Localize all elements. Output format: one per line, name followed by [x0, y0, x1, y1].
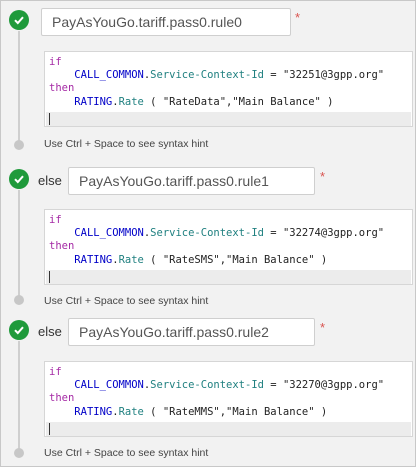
checkmark-circle-icon: [9, 10, 29, 30]
rule-connector-line: [18, 341, 20, 449]
code-keyword-then: then: [49, 392, 75, 404]
text-caret: [49, 423, 50, 435]
code-object: CALL_COMMON: [74, 69, 144, 81]
code-object: RATING: [74, 406, 113, 418]
rule-chain-panel: * if CALL_COMMON.Service-Context-Id = "3…: [0, 0, 416, 467]
rule-name-input[interactable]: [41, 8, 291, 36]
code-keyword-if: if: [49, 56, 62, 68]
checkmark-circle-icon: [9, 320, 29, 340]
code-object: RATING: [74, 96, 113, 108]
active-line: [46, 422, 411, 436]
code-property: Rate: [118, 254, 144, 266]
rule-connector-end: [14, 295, 24, 305]
code-object: RATING: [74, 254, 113, 266]
checkmark-circle-icon: [9, 169, 29, 189]
else-label: else: [38, 324, 62, 339]
code-string: "32251@3gpp.org": [282, 69, 385, 81]
code-string: "32274@3gpp.org": [282, 227, 385, 239]
rule-connector-end: [14, 448, 24, 458]
syntax-hint: Use Ctrl + Space to see syntax hint: [44, 447, 209, 459]
code-args: ( "RateSMS","Main Balance" ): [143, 254, 328, 266]
text-caret: [49, 113, 50, 125]
code-property: Service-Context-Id: [150, 227, 264, 239]
text-caret: [49, 271, 50, 283]
required-marker: *: [320, 320, 326, 335]
rule-code-editor[interactable]: if CALL_COMMON.Service-Context-Id = "322…: [44, 209, 413, 285]
code-args: ( "RateData","Main Balance" ): [143, 96, 334, 108]
code-property: Rate: [118, 406, 144, 418]
code-keyword-then: then: [49, 82, 75, 94]
active-line: [46, 112, 411, 126]
rule-connector-line: [18, 31, 20, 141]
code-string: "32270@3gpp.org": [282, 379, 385, 391]
code-keyword-if: if: [49, 214, 62, 226]
rule-name-input[interactable]: [68, 318, 315, 346]
rule-connector-line: [18, 190, 20, 296]
code-keyword-if: if: [49, 366, 62, 378]
code-object: CALL_COMMON: [74, 227, 144, 239]
code-property: Service-Context-Id: [150, 69, 264, 81]
rule-connector-end: [14, 140, 24, 150]
active-line: [46, 270, 411, 284]
code-operator: =: [263, 227, 283, 239]
required-marker: *: [320, 169, 326, 184]
else-label: else: [38, 173, 62, 188]
code-object: CALL_COMMON: [74, 379, 144, 391]
code-operator: =: [263, 379, 283, 391]
code-property: Rate: [118, 96, 144, 108]
syntax-hint: Use Ctrl + Space to see syntax hint: [44, 295, 209, 307]
rule-code-editor[interactable]: if CALL_COMMON.Service-Context-Id = "322…: [44, 51, 413, 127]
code-args: ( "RateMMS","Main Balance" ): [143, 406, 328, 418]
rule-name-input[interactable]: [68, 167, 315, 195]
rule-code-editor[interactable]: if CALL_COMMON.Service-Context-Id = "322…: [44, 361, 413, 437]
code-operator: =: [263, 69, 283, 81]
required-marker: *: [295, 10, 301, 25]
code-property: Service-Context-Id: [150, 379, 264, 391]
code-keyword-then: then: [49, 240, 75, 252]
syntax-hint: Use Ctrl + Space to see syntax hint: [44, 138, 209, 150]
